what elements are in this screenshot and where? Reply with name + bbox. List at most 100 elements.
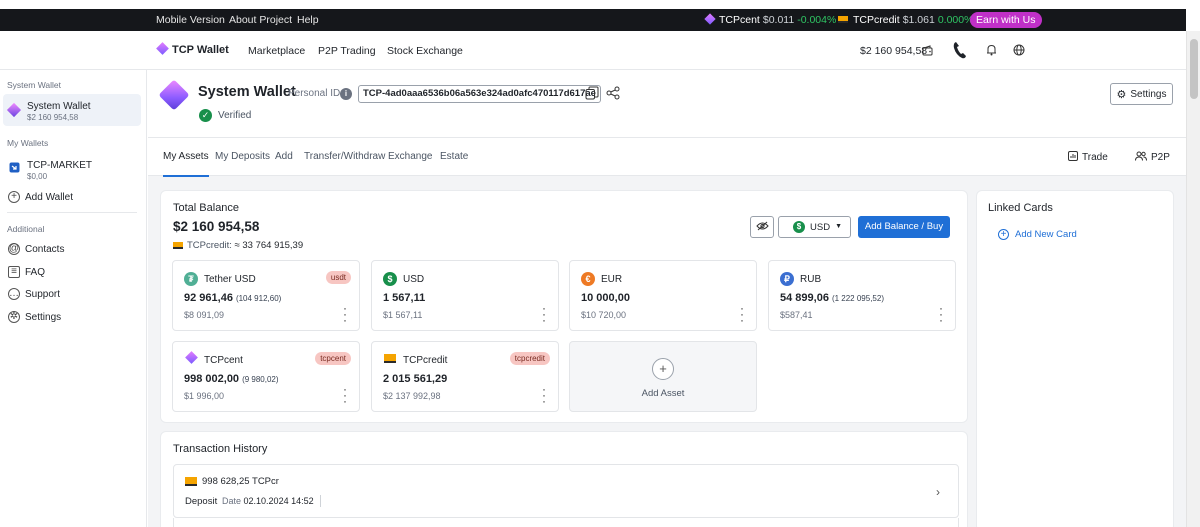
personal-id-value: TCP-4ad0aaa6536b06a563e324ad0afc470117d6… <box>358 85 601 103</box>
share-icon[interactable] <box>606 86 620 100</box>
globe-icon[interactable] <box>1010 41 1028 59</box>
asset-card-usd[interactable]: $ USD 1 567,11 $1 567,11 · · · <box>371 260 559 331</box>
phone-icon[interactable] <box>950 39 970 61</box>
more-options-icon[interactable]: · · · <box>343 383 347 407</box>
wallet-tabs: My Assets My Deposits Add Transfer/Withd… <box>148 138 1186 177</box>
plus-circle-icon: + <box>652 358 674 380</box>
ticker-name: TCPcent <box>719 14 760 26</box>
sidebar-section-my-wallets: My Wallets <box>7 138 49 148</box>
total-balance-panel: Total Balance $2 160 954,58 TCPcredit: ≈… <box>161 191 967 422</box>
add-asset-button[interactable]: + Add Asset <box>569 341 757 412</box>
add-asset-label: Add Asset <box>641 388 685 399</box>
total-balance-label: Total Balance <box>173 202 240 214</box>
transaction-history-panel: Transaction History 998 628,25 TCPcr Dep… <box>161 432 967 527</box>
divider <box>320 495 321 507</box>
asset-card-rub[interactable]: ₽ RUB 54 899,06 (1 222 095,52) $587,41 · ·… <box>768 260 956 331</box>
transaction-amount-value: 998 628,25 TCPcr <box>202 476 279 487</box>
asset-amount: 998 002,00 (9 980,02) <box>184 373 279 385</box>
logo-diamond-icon <box>156 42 169 55</box>
sidebar-wallet-tcp-market[interactable]: TCP-MARKET $0,00 <box>3 153 141 185</box>
trade-label: Trade <box>1082 152 1108 163</box>
credit-value: ≈ 33 764 915,39 <box>234 240 304 251</box>
main-content: System Wallet Personal ID i TCP-4ad0aaa6… <box>148 70 1186 527</box>
more-options-icon[interactable]: · · · <box>343 302 347 326</box>
mobile-version-link[interactable]: Mobile Version <box>156 14 225 26</box>
more-options-icon[interactable]: · · · <box>740 302 744 326</box>
chevron-down-icon: ▼ <box>835 223 842 230</box>
nav-stock-exchange[interactable]: Stock Exchange <box>387 45 463 57</box>
verified-label: Verified <box>218 110 252 121</box>
bell-icon[interactable] <box>982 41 1000 59</box>
info-icon[interactable]: i <box>340 88 352 100</box>
check-icon: ✓ <box>199 109 212 122</box>
add-new-card-button[interactable]: + Add New Card <box>998 229 1077 240</box>
asset-usd-value: $587,41 <box>780 310 813 320</box>
asset-amount: 92 961,46 (104 912,60) <box>184 292 281 304</box>
p2p-button[interactable]: P2P <box>1135 151 1170 164</box>
asset-name: RUB <box>800 274 822 285</box>
add-new-card-label: Add New Card <box>1015 229 1077 240</box>
asset-amount: 54 899,06 (1 222 095,52) <box>780 292 884 304</box>
wallet-icon[interactable] <box>918 41 936 59</box>
asset-card-tcpcent[interactable]: TCPcent tcpcent 998 002,00 (9 980,02) $1 … <box>172 341 360 412</box>
tcp-wallet-logo[interactable]: TCP Wallet <box>156 42 229 56</box>
transaction-row[interactable]: 998 628,25 TCPcr Deposit Date 02.10.2024… <box>173 464 959 518</box>
transaction-row[interactable] <box>173 518 959 527</box>
copy-icon[interactable] <box>585 86 599 100</box>
credit-label: TCPcredit: <box>187 240 232 251</box>
wallet-settings-button[interactable]: ⚙ Settings <box>1110 83 1173 105</box>
ticker-price: $1.061 <box>902 14 935 26</box>
asset-card-tcpcredit[interactable]: TCPcredit tcpcredit 2 015 561,29 $2 137 … <box>371 341 559 412</box>
asset-card-eur[interactable]: € EUR 10 000,00 $10 720,00 · · · <box>569 260 757 331</box>
tab-transfer-withdraw[interactable]: Transfer/Withdraw <box>304 151 385 162</box>
help-link[interactable]: Help <box>297 14 319 26</box>
linked-cards-panel: Linked Cards + Add New Card <box>977 191 1173 527</box>
asset-usd-value: $10 720,00 <box>581 310 627 320</box>
sidebar-divider <box>7 212 137 213</box>
sidebar-item-label: Settings <box>25 311 62 323</box>
sidebar-item-contacts[interactable]: @ Contacts <box>8 242 64 256</box>
asset-tag: usdt <box>325 271 351 284</box>
logo-text: TCP Wallet <box>172 44 229 56</box>
asset-amount: 10 000,00 <box>581 292 630 304</box>
tab-my-deposits[interactable]: My Deposits <box>215 151 270 162</box>
add-wallet-button[interactable]: + Add Wallet <box>8 190 73 204</box>
ticker-change: -0.004% <box>797 14 837 26</box>
chevron-right-icon[interactable]: › <box>936 485 940 499</box>
transaction-kind: Deposit <box>185 496 218 507</box>
sidebar-item-faq[interactable]: ≡ FAQ <box>8 265 45 279</box>
tab-my-assets[interactable]: My Assets <box>163 151 209 177</box>
asset-name: TCPcredit <box>403 355 448 366</box>
hide-balance-button[interactable] <box>750 216 774 238</box>
earn-with-us-button[interactable]: Earn with Us <box>970 12 1042 28</box>
gear-icon: ⚙ <box>1116 88 1127 101</box>
nav-p2p-trading[interactable]: P2P Trading <box>318 45 376 57</box>
sidebar-item-settings[interactable]: ✲ Settings <box>8 310 61 324</box>
about-project-link[interactable]: About Project <box>229 14 292 26</box>
tcpcredit-equivalent: TCPcredit: ≈ 33 764 915,39 <box>173 240 303 251</box>
tcpcredit-card-icon <box>185 477 197 486</box>
transaction-date: Date 02.10.2024 14:52 <box>222 496 314 506</box>
currency-select[interactable]: $ USD ▼ <box>778 216 851 238</box>
date-label: Date <box>222 496 242 506</box>
nav-marketplace[interactable]: Marketplace <box>248 45 305 57</box>
trade-button[interactable]: Trade <box>1068 151 1108 164</box>
system-wallet-diamond-icon <box>6 102 24 118</box>
ruble-icon: ₽ <box>780 272 794 286</box>
add-balance-button[interactable]: Add Balance / Buy <box>858 216 950 238</box>
tcpcredit-card-icon <box>173 242 183 249</box>
scrollbar-thumb[interactable] <box>1190 39 1198 99</box>
more-options-icon[interactable]: · · · <box>939 302 943 326</box>
tab-exchange[interactable]: Exchange <box>388 151 432 162</box>
sidebar-wallet-system[interactable]: System Wallet $2 160 954,58 <box>3 94 141 126</box>
tab-estate[interactable]: Estate <box>440 151 468 162</box>
asset-card-tether[interactable]: ₮ Tether USD usdt 92 961,46 (104 912,60) … <box>172 260 360 331</box>
sidebar-item-support[interactable]: … Support <box>8 287 60 301</box>
tab-add[interactable]: Add <box>275 151 293 162</box>
linked-cards-title: Linked Cards <box>988 202 1053 214</box>
settings-label: Settings <box>1130 88 1167 100</box>
more-options-icon[interactable]: · · · <box>542 383 546 407</box>
more-options-icon[interactable]: · · · <box>542 302 546 326</box>
ticker-change: 0.000% <box>937 14 974 26</box>
page-scrollbar[interactable] <box>1186 31 1200 527</box>
